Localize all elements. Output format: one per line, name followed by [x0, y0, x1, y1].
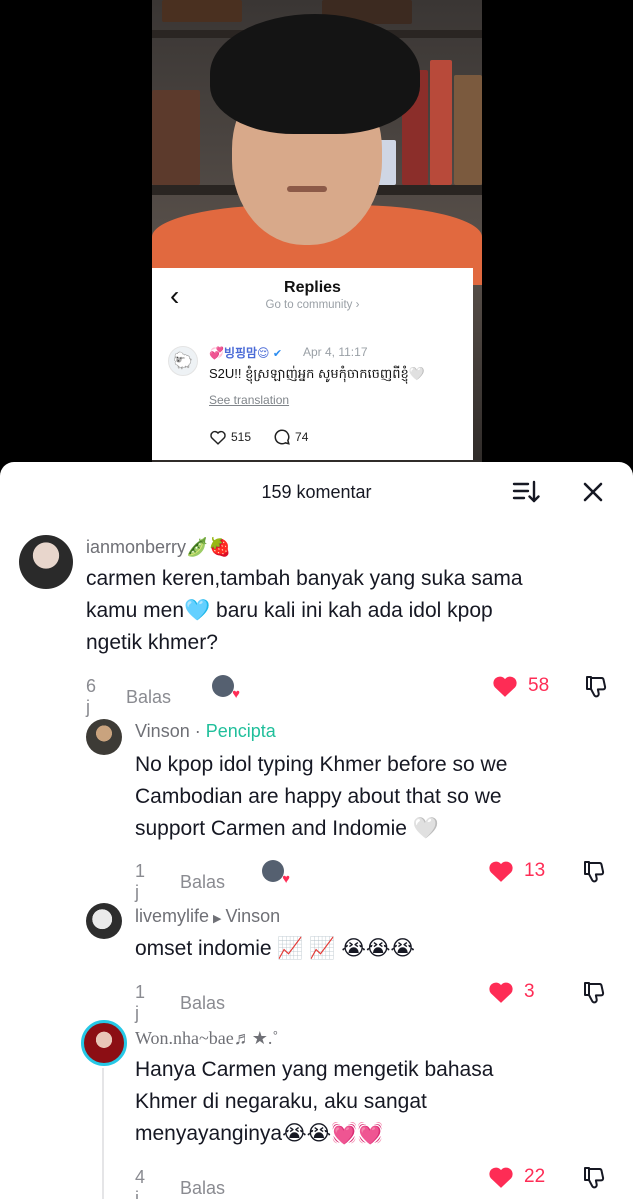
- replies-title: Replies: [284, 279, 341, 296]
- replies-card: ‹ Replies Go to community › 🐑 💞빙핑맘😌 ✔ Ap…: [152, 268, 473, 460]
- dislike-icon[interactable]: [581, 1165, 607, 1191]
- comment-line: support Carmen and Indomie 🤍: [135, 817, 439, 840]
- comment-meta: 1 j Balas: [135, 861, 225, 903]
- dislike-icon[interactable]: [581, 859, 607, 885]
- comment-time: 1 j: [135, 861, 146, 902]
- comment-text: carmen keren,tambah banyak yang suka sam…: [86, 563, 606, 659]
- comment-line: Hanya Carmen yang mengetik bahasa: [135, 1058, 494, 1081]
- comment-time: 1 j: [135, 982, 146, 1023]
- comment-author-name: livemylife: [135, 906, 210, 926]
- replies-text: S2U!! ខ្ញុំស្រឡាញ់អ្នក សូមកុំចាកចេញពីខ្ញ…: [209, 366, 425, 381]
- reply-button[interactable]: Balas: [180, 1178, 225, 1199]
- thread-line: [102, 1068, 104, 1199]
- like-count: 3: [524, 981, 535, 1002]
- comment-author[interactable]: Vinson · Pencipta: [135, 721, 276, 742]
- replies-comment-count: 74: [295, 430, 309, 444]
- comment-line: carmen keren,tambah banyak yang suka sam…: [86, 567, 523, 590]
- reply-button[interactable]: Balas: [180, 872, 225, 893]
- heart-outline-icon: [210, 430, 226, 445]
- heart-icon: ♥: [282, 871, 290, 886]
- creator-liked-avatar: ♥: [212, 675, 240, 701]
- replies-date: Apr 4, 11:17: [303, 345, 368, 359]
- game-box: [454, 75, 482, 185]
- heart-filled-icon: [489, 861, 513, 882]
- comment-meta: 1 j Balas: [135, 982, 225, 1024]
- comment-author[interactable]: Won.nha~bae♬★.˚: [135, 1028, 278, 1049]
- see-translation-link: See translation: [209, 393, 290, 407]
- comment-time: 4 j: [135, 1167, 146, 1199]
- replies-like-count: 515: [231, 430, 252, 444]
- like-button[interactable]: 13: [488, 859, 545, 883]
- person-mouth: [287, 186, 327, 192]
- sort-icon[interactable]: [512, 479, 540, 505]
- close-icon[interactable]: [580, 479, 606, 505]
- comment-meta: 4 j Balas: [135, 1167, 225, 1199]
- person-hair: [210, 14, 420, 134]
- game-box: [430, 60, 452, 185]
- like-button[interactable]: 58: [492, 674, 549, 698]
- like-count: 22: [524, 1166, 546, 1187]
- creator-liked-avatar: ♥: [262, 860, 290, 886]
- comment-line: Khmer di negaraku, aku sangat: [135, 1090, 427, 1113]
- comment-line: Cambodian are happy about that so we: [135, 785, 502, 808]
- like-button[interactable]: 3: [488, 980, 535, 1004]
- creator-badge: Pencipta: [205, 721, 276, 741]
- comment-line: menyayanginya😭😭💓💓: [135, 1122, 384, 1145]
- heart-filled-icon: [493, 676, 517, 697]
- heart-filled-icon: [489, 1167, 513, 1188]
- dislike-icon[interactable]: [581, 980, 607, 1006]
- reply-to-name: Vinson: [225, 906, 281, 926]
- comment-line: ngetik khmer?: [86, 631, 218, 654]
- name-separator: ·: [189, 721, 206, 741]
- comment-bubble-icon: [274, 429, 290, 445]
- video-player[interactable]: ‹ Replies Go to community › 🐑 💞빙핑맘😌 ✔ Ap…: [0, 0, 633, 470]
- comment-time: 6 j: [86, 676, 97, 717]
- comment-author[interactable]: livemylife ▶ Vinson: [135, 906, 280, 927]
- replies-subtitle: Go to community ›: [265, 299, 360, 311]
- dislike-icon[interactable]: [583, 674, 609, 700]
- comment-text: omset indomie 📈 📈 😭😭😭: [135, 937, 415, 960]
- like-button[interactable]: 22: [488, 1165, 545, 1189]
- sheet-header: 159 komentar: [0, 462, 633, 520]
- avatar[interactable]: [86, 903, 122, 939]
- replies-author-name: 💞빙핑맘😌: [209, 346, 270, 360]
- replies-author: 💞빙핑맘😌 ✔: [209, 344, 282, 361]
- heart-filled-icon: [489, 982, 513, 1003]
- reply-button[interactable]: Balas: [180, 993, 225, 1014]
- reply-button[interactable]: Balas: [126, 687, 171, 708]
- comment-text: Hanya Carmen yang mengetik bahasa Khmer …: [135, 1054, 605, 1150]
- game-box: [162, 0, 242, 22]
- replies-avatar: 🐑: [168, 346, 198, 376]
- avatar[interactable]: [19, 535, 73, 589]
- avatar[interactable]: [81, 1020, 127, 1066]
- comment-meta: 6 j Balas: [86, 676, 171, 718]
- replies-stats: 515 74: [209, 428, 308, 446]
- like-count: 58: [528, 675, 550, 696]
- verified-icon: ✔: [272, 348, 283, 360]
- comment-author[interactable]: ianmonberry🫛🍓: [86, 537, 231, 558]
- game-box: [152, 90, 200, 185]
- like-count: 13: [524, 860, 546, 881]
- reply-arrow-icon: ▶: [213, 913, 222, 925]
- avatar[interactable]: [86, 719, 122, 755]
- comment-author-name: Vinson: [135, 721, 190, 741]
- comment-line: No kpop idol typing Khmer before so we: [135, 753, 508, 776]
- heart-icon: ♥: [232, 686, 240, 701]
- comment-line: kamu men🩵 baru kali ini kah ada idol kpo…: [86, 599, 493, 622]
- comment-text: No kpop idol typing Khmer before so we C…: [135, 749, 605, 845]
